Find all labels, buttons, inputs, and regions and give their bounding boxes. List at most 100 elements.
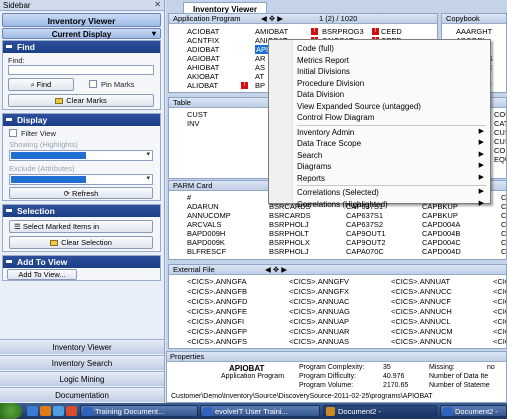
quicklaunch-icon[interactable] — [53, 406, 64, 416]
table-cell[interactable]: COU — [494, 110, 506, 119]
table-cell[interactable]: CAPBKUP — [422, 211, 458, 220]
table-cell[interactable]: ADARUN — [187, 202, 219, 211]
table-cell[interactable]: BLFRESCF — [187, 247, 226, 256]
table-cell[interactable]: <CICS>.ANNUCN — [391, 337, 452, 346]
inventory-viewer-button[interactable]: Inventory Viewer — [2, 13, 161, 27]
table-cell[interactable]: CAPD — [501, 247, 506, 256]
display-section-header[interactable]: Display — [3, 114, 160, 126]
menu-item[interactable]: Reports ▶ — [297, 173, 486, 185]
table-cell[interactable]: BSRPHOLJ — [269, 247, 309, 256]
select-marked-button[interactable]: ☰ Select Marked Items in — [9, 220, 153, 233]
table-cell[interactable]: CAPD — [501, 220, 506, 229]
menu-item[interactable]: Procedure Division — [297, 78, 486, 90]
menu-item[interactable]: Code (full) — [297, 43, 486, 55]
menu-item[interactable]: View Expanded Source (untagged) — [297, 101, 486, 113]
start-button[interactable] — [0, 403, 22, 419]
table-cell[interactable]: <CICS>.ANNGFA — [187, 277, 247, 286]
table-cell[interactable]: CAPD004D — [422, 247, 461, 256]
table-cell[interactable]: <CICS>.ANNUCE — [493, 277, 506, 286]
table-cell[interactable]: CUS — [494, 137, 506, 146]
table-cell[interactable]: <CICS>.ANNUCH — [493, 307, 506, 316]
table-cell[interactable]: <CICS>.ANNUAS — [289, 337, 349, 346]
table-cell[interactable]: AR — [255, 54, 265, 63]
table-cell[interactable]: CAP9OUT2 — [346, 238, 386, 247]
quicklaunch-icon[interactable] — [66, 406, 77, 416]
find-input[interactable] — [8, 65, 154, 75]
table-cell[interactable]: BSRPHOLJ — [269, 220, 309, 229]
table-cell[interactable]: BAPD009H — [187, 229, 225, 238]
table-cell[interactable]: <CICS>.ANNUCL — [493, 327, 506, 336]
table-cell[interactable]: ALIOBAT — [187, 81, 218, 90]
selection-section-header[interactable]: Selection — [3, 205, 160, 217]
table-cell[interactable]: <CICS>.ANNGFD — [187, 297, 247, 306]
close-icon[interactable]: ✕ — [154, 0, 161, 9]
table-cell[interactable]: CAPD — [501, 229, 506, 238]
table-cell[interactable]: CAPD — [501, 238, 506, 247]
table-cell[interactable]: <CICS>.ANNGFP — [187, 327, 247, 336]
table-cell[interactable]: BSRCARDS — [269, 211, 311, 220]
menu-item[interactable]: Initial Divisions — [297, 66, 486, 78]
pager-arrows-icon[interactable]: ◀ ✥ ▶ — [265, 265, 287, 274]
table-cell[interactable]: <CICS>.ANNGFX — [289, 287, 349, 296]
taskbar-item[interactable]: Document2 - — [440, 405, 507, 417]
taskbar-item[interactable]: Document2 - — [323, 405, 437, 417]
table-cell[interactable]: CAPD — [501, 211, 506, 220]
table-cell[interactable]: BSRPROG3 — [322, 27, 364, 36]
menu-item[interactable]: Correlations (Highlighted) ▶ — [297, 199, 486, 211]
table-cell[interactable]: <CICS>.ANNUCN — [493, 337, 506, 346]
table-cell[interactable]: ANNUCOMP — [187, 211, 231, 220]
add-to-view-section-header[interactable]: Add To View — [3, 256, 160, 268]
nav-inventory-search[interactable]: Inventory Search — [0, 355, 164, 370]
table-cell[interactable]: <CICS>.ANNUCL — [391, 317, 451, 326]
table-cell[interactable]: <CICS>.ANNUCM — [391, 327, 453, 336]
table-cell[interactable]: AKIOBAT — [187, 72, 219, 81]
nav-documentation[interactable]: Documentation — [0, 387, 164, 402]
menu-item[interactable]: Metrics Report — [297, 55, 486, 67]
table-cell[interactable]: <CICS>.ANNUCF — [493, 287, 506, 296]
menu-item[interactable]: Inventory Admin ▶ — [297, 127, 486, 139]
table-cell[interactable]: CAP637S2 — [346, 220, 383, 229]
table-cell[interactable]: <CICS>.ANNUCG — [493, 297, 506, 306]
table-cell[interactable]: BP — [255, 81, 265, 90]
table-cell[interactable]: CAP9OUT1 — [346, 229, 386, 238]
table-cell[interactable]: <CICS>.ANNUAG — [289, 307, 350, 316]
table-cell[interactable]: CAPA070C — [346, 247, 384, 256]
table-cell[interactable]: CAT — [494, 119, 506, 128]
table-cell[interactable]: AAARGHT — [456, 27, 492, 36]
quicklaunch-icon[interactable] — [27, 406, 38, 416]
nav-inventory-viewer[interactable]: Inventory Viewer — [0, 339, 164, 354]
table-cell[interactable]: ARCVALS — [187, 220, 221, 229]
table-cell[interactable]: <CICS>.ANNGFV — [289, 277, 349, 286]
menu-item[interactable]: Correlations (Selected) ▶ — [297, 187, 486, 199]
table-cell[interactable]: CAP637S1 — [346, 211, 383, 220]
table-cell[interactable]: AS — [255, 63, 265, 72]
menu-item[interactable]: Data Trace Scope ▶ — [297, 138, 486, 150]
taskbar-item[interactable]: evolveIT User Traini... — [200, 405, 320, 417]
table-cell[interactable]: CAPD004C — [422, 238, 461, 247]
table-cell[interactable]: ACIOBAT — [187, 27, 219, 36]
table-cell[interactable]: AT — [255, 72, 264, 81]
current-display-dropdown[interactable]: Current Display ▾ — [2, 28, 161, 39]
showing-dropdown[interactable]: ▾ — [9, 150, 153, 161]
nav-logic-mining[interactable]: Logic Mining — [0, 371, 164, 386]
table-cell[interactable]: <CICS>.ANNGFB — [187, 287, 247, 296]
exclude-dropdown[interactable]: ▾ — [9, 174, 153, 185]
table-cell[interactable]: <CICS>.ANNGFE — [187, 307, 247, 316]
table-cell[interactable]: <CICS>.ANNUAC — [289, 297, 349, 306]
table-cell[interactable]: <CICS>.ANNUCF — [391, 297, 451, 306]
table-cell[interactable]: <CICS>.ANNGFI — [187, 317, 244, 326]
table-cell[interactable]: INV — [187, 119, 200, 128]
clear-marks-button[interactable]: Clear Marks — [8, 94, 154, 107]
taskbar-item[interactable]: Training Document... — [80, 405, 198, 417]
quicklaunch-icon[interactable] — [40, 406, 51, 416]
find-button[interactable]: ⌕ Find — [8, 78, 74, 91]
add-to-view-button[interactable]: Add To View... — [7, 269, 77, 280]
table-cell[interactable]: <CICS>.ANNGFS — [187, 337, 247, 346]
find-section-header[interactable]: Find — [3, 41, 160, 53]
menu-item[interactable]: Control Flow Diagram — [297, 112, 486, 124]
table-cell[interactable]: ACNTFIX — [187, 36, 219, 45]
table-cell[interactable]: # — [187, 193, 191, 202]
table-cell[interactable]: <CICS>.ANNUCJ — [493, 317, 506, 326]
table-cell[interactable]: COI — [494, 146, 506, 155]
table-cell[interactable]: AGIOBAT — [187, 54, 220, 63]
